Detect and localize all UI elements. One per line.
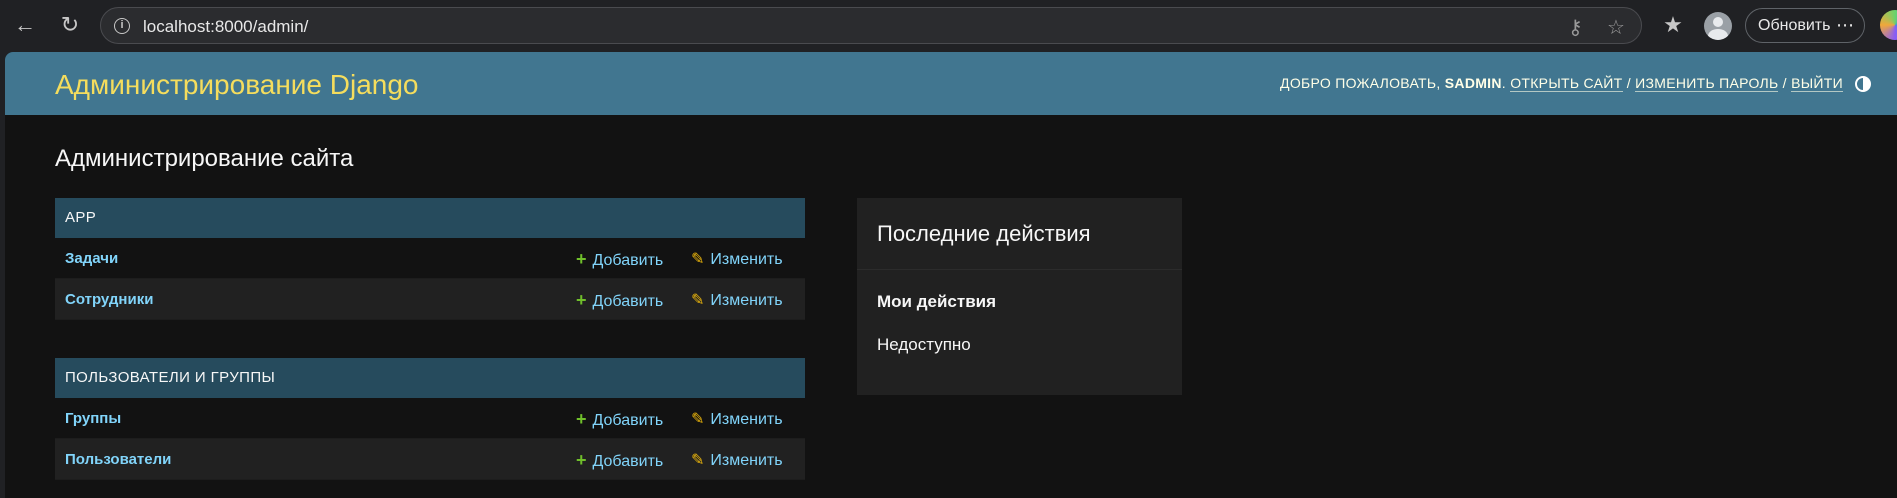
pencil-icon: ✎ [691,251,705,268]
model-link-tasks[interactable]: Задачи [65,250,118,267]
no-actions-text: Недоступно [877,335,971,354]
view-site-link[interactable]: ОТКРЫТЬ САЙТ [1510,75,1623,92]
admin-header: Администрирование Django ДОБРО ПОЖАЛОВАТ… [5,52,1897,115]
my-actions-heading: Мои действия [877,292,997,311]
recent-actions-panel: Последние действия Мои действия Недоступ… [857,198,1182,395]
pencil-icon: ✎ [691,292,705,309]
plus-icon: + [576,290,587,310]
plus-icon: + [576,409,587,429]
add-link[interactable]: + Добавить [576,249,663,270]
recent-actions-title: Последние действия [857,198,1182,270]
key-icon[interactable]: ⚷ [1568,15,1583,40]
model-row: Группы + Добавить ✎ Изменить [55,398,805,439]
model-row: Пользователи + Добавить ✎ Изменить [55,439,805,480]
add-link[interactable]: + Добавить [576,450,663,471]
copilot-icon[interactable] [1880,10,1897,40]
add-link[interactable]: + Добавить [576,409,663,430]
arrow-left-icon[interactable]: ← [12,12,38,38]
username: SADMIN [1444,75,1502,91]
favorites-icon[interactable]: ★ [1660,12,1686,38]
change-link[interactable]: ✎ Изменить [691,290,783,310]
admin-page: Администрирование Django ДОБРО ПОЖАЛОВАТ… [5,52,1897,498]
change-link[interactable]: ✎ Изменить [691,450,783,470]
more-icon[interactable]: ⋯ [1836,9,1854,42]
reload-icon[interactable]: ↻ [57,12,83,38]
star-icon[interactable]: ☆ [1607,15,1625,40]
site-name[interactable]: Администрирование Django [55,69,419,101]
module-caption[interactable]: ПОЛЬЗОВАТЕЛИ И ГРУППЫ [55,358,805,398]
change-link[interactable]: ✎ Изменить [691,409,783,429]
url-text[interactable]: localhost:8000/admin/ [143,17,308,37]
address-bar[interactable]: i localhost:8000/admin/ ⚷ ☆ [100,7,1642,44]
profile-avatar[interactable] [1704,12,1732,40]
user-tools: ДОБРО ПОЖАЛОВАТЬ, SADMIN. ОТКРЫТЬ САЙТ /… [1280,75,1843,92]
pencil-icon: ✎ [691,452,705,469]
logout-link[interactable]: ВЫЙТИ [1791,75,1843,92]
browser-toolbar: ← ↻ i localhost:8000/admin/ ⚷ ☆ ★ Обнови… [0,0,1897,50]
separator: / [1782,75,1787,91]
model-link-employees[interactable]: Сотрудники [65,291,153,308]
app-module: APP Задачи + Добавить ✎ Изменить Сотрудник… [55,198,805,320]
add-link[interactable]: + Добавить [576,290,663,311]
auth-module: ПОЛЬЗОВАТЕЛИ И ГРУППЫ Группы + Добавить ✎… [55,358,805,480]
theme-toggle-icon[interactable] [1855,76,1871,92]
model-row: Сотрудники + Добавить ✎ Изменить [55,279,805,320]
update-label: Обновить [1758,17,1831,34]
plus-icon: + [576,450,587,470]
change-link[interactable]: ✎ Изменить [691,249,783,269]
model-link-users[interactable]: Пользователи [65,451,171,468]
change-password-link[interactable]: ИЗМЕНИТЬ ПАРОЛЬ [1635,75,1779,92]
plus-icon: + [576,249,587,269]
info-icon[interactable]: i [114,18,130,34]
page-title: Администрирование сайта [55,145,354,172]
module-caption[interactable]: APP [55,198,805,238]
model-link-groups[interactable]: Группы [65,410,121,427]
pencil-icon: ✎ [691,411,705,428]
welcome-text: ДОБРО ПОЖАЛОВАТЬ, [1280,75,1441,91]
separator: / [1626,75,1631,91]
update-button[interactable]: Обновить ⋯ [1745,8,1865,43]
model-row: Задачи + Добавить ✎ Изменить [55,238,805,279]
